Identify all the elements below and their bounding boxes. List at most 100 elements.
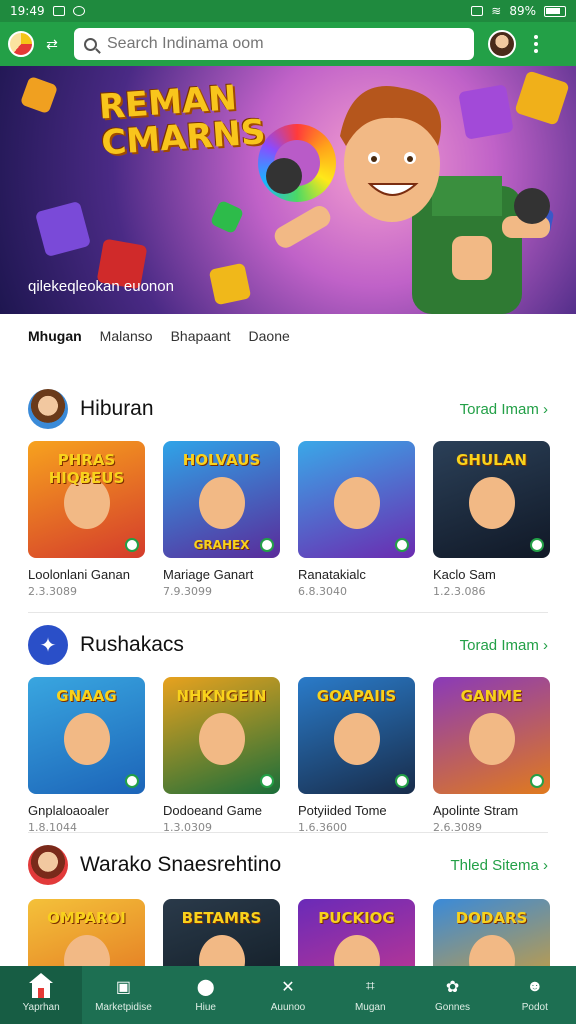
game-name: Dodoeand Game [163, 803, 263, 818]
installed-badge-icon [125, 774, 139, 788]
tab-daone[interactable]: Daone [249, 328, 290, 344]
game-name: Gnplaloaoaler [28, 803, 109, 818]
game-count: 6.8.3040 [298, 585, 347, 598]
see-more-link[interactable]: Thled Sitema › [450, 857, 548, 874]
game-thumbnail[interactable] [298, 441, 415, 558]
game-card[interactable]: GOAPAIIS Potyiided Tome 1.6.3600 [298, 677, 415, 834]
user-avatar[interactable] [488, 30, 516, 58]
character-art [469, 713, 515, 765]
hero-character [266, 86, 550, 314]
game-name: Kaclo Sam [433, 567, 496, 582]
nav-item-home[interactable]: Yaprhan [0, 966, 83, 1024]
game-thumbnail[interactable]: PHRAS HIQBEUS [28, 441, 145, 558]
chevron-right-icon: › [543, 856, 548, 874]
nav-label: Podot [521, 1002, 548, 1013]
art-title: GANME [460, 687, 523, 705]
see-more-link[interactable]: Torad Imam › [460, 401, 548, 418]
nav-item-puzzle[interactable]: ✿ Gonnes [411, 966, 493, 1024]
nav-item-frame[interactable]: ⌗ Mugan [329, 966, 411, 1024]
game-card[interactable]: GNAAG Gnplaloaoaler 1.8.1044 [28, 677, 145, 834]
game-card[interactable]: GHULAN Kaclo Sam 1.2.3.086 [433, 441, 550, 598]
art-title: OMPAROI [47, 909, 126, 927]
shuffle-icon[interactable]: ⇄ [44, 36, 60, 52]
wifi-icon: ≋ [491, 4, 502, 18]
game-name: Loolonlani Ganan [28, 567, 130, 582]
nav-label: Gonnes [435, 1002, 471, 1013]
character-art [64, 713, 110, 765]
hero-title: REMAN CMARNS [97, 78, 267, 164]
nav-item-profile[interactable]: ☻ Podot [494, 966, 576, 1024]
section-title: Rushakacs [80, 633, 184, 656]
chat-icon [72, 6, 85, 16]
location-pin-icon: ⬤ [196, 979, 215, 996]
card-row: GNAAG Gnplaloaoaler 1.8.1044 NHKNGEIN Dodoea… [28, 677, 550, 834]
controller-icon: ✕ [281, 979, 295, 996]
battery-icon [544, 5, 566, 17]
search-input[interactable] [107, 35, 437, 53]
art-title: NHKNGEIN [176, 687, 267, 705]
game-thumbnail[interactable]: HOLVAUS GRAHEX [163, 441, 280, 558]
dice-decoration [209, 199, 245, 235]
hero-banner[interactable]: REMAN CMARNS qilekeqleokan euonon [0, 66, 576, 314]
more-options-icon[interactable] [534, 35, 540, 53]
character-art [334, 477, 380, 529]
notification-icon [52, 6, 65, 16]
nav-label: Yaprhan [22, 1002, 60, 1013]
vibrate-icon [471, 6, 484, 16]
character-art [199, 713, 245, 765]
chevron-right-icon: › [543, 636, 548, 654]
nav-item-controller[interactable]: ✕ Auunoo [247, 966, 329, 1024]
see-more-label: Torad Imam [459, 400, 539, 418]
character-art [469, 477, 515, 529]
tab-bhapaant[interactable]: Bhapaant [171, 328, 231, 344]
game-card[interactable]: PHRAS HIQBEUS Loolonlani Ganan 2.3.3089 [28, 441, 145, 598]
status-time: 19:49 [10, 4, 45, 18]
art-title: BETAMRS [181, 909, 262, 927]
app-logo-icon[interactable] [8, 31, 34, 57]
nav-label: Mugan [354, 1002, 386, 1013]
app-bar: ⇄ [0, 22, 576, 66]
game-thumbnail[interactable]: GNAAG [28, 677, 145, 794]
user-avatar-icon [28, 389, 68, 429]
tab-malanso[interactable]: Malanso [100, 328, 153, 344]
section-header-hiburan: Hiburan Torad Imam › [0, 385, 576, 433]
frame-icon: ⌗ [365, 978, 375, 995]
category-tabs: Mhugan Malanso Bhapaant Daone [0, 314, 576, 358]
game-name: Mariage Ganart [163, 567, 254, 582]
game-thumbnail[interactable]: GOAPAIIS [298, 677, 415, 794]
art-title: GNAAG [56, 687, 117, 705]
game-thumbnail[interactable]: GHULAN [433, 441, 550, 558]
status-bar: 19:49 ≋ 89% [0, 0, 576, 22]
installed-badge-icon [395, 538, 409, 552]
game-name: Potyiided Tome [298, 803, 387, 818]
chevron-right-icon: › [543, 400, 548, 418]
home-icon [29, 973, 54, 998]
game-count: 2.3.3089 [28, 585, 77, 598]
section-title: Hiburan [80, 397, 154, 420]
see-more-label: Torad Imam [459, 636, 539, 654]
store-icon: ▣ [115, 979, 131, 996]
game-thumbnail[interactable]: GANME [433, 677, 550, 794]
hero-caption: qilekeqleokan euonon [28, 278, 174, 295]
see-more-link[interactable]: Torad Imam › [460, 637, 548, 654]
art-title: PHRAS HIQBEUS [48, 451, 125, 487]
game-card[interactable]: HOLVAUS GRAHEX Mariage Ganart 7.9.3099 [163, 441, 280, 598]
art-title: GOAPAIIS [316, 687, 397, 705]
art-title: DODARS [455, 909, 528, 927]
game-count: 1.2.3.086 [433, 585, 486, 598]
section-header-warako: Warako Snaesrehtino Thled Sitema › [0, 841, 576, 889]
nav-label: Hiue [195, 1002, 216, 1013]
nav-item-location-pin[interactable]: ⬤ Hiue [165, 966, 247, 1024]
game-card[interactable]: Ranatakialc 6.8.3040 [298, 441, 415, 598]
game-card[interactable]: GANME Apolinte Stram 2.6.3089 [433, 677, 550, 834]
nav-item-store[interactable]: ▣ Marketpidise [82, 966, 164, 1024]
game-thumbnail[interactable]: NHKNGEIN [163, 677, 280, 794]
nav-label: Auunoo [270, 1002, 306, 1013]
art-title: GHULAN [456, 451, 527, 469]
bottom-navigation: Yaprhan ▣ Marketpidise ⬤ Hiue ✕ Auunoo ⌗ Mugan ✿ G… [0, 966, 576, 1024]
game-card[interactable]: NHKNGEIN Dodoeand Game 1.3.0309 [163, 677, 280, 834]
section-divider [28, 832, 548, 833]
search-bar[interactable] [74, 28, 474, 60]
game-count: 7.9.3099 [163, 585, 212, 598]
tab-mhugan[interactable]: Mhugan [28, 328, 82, 344]
